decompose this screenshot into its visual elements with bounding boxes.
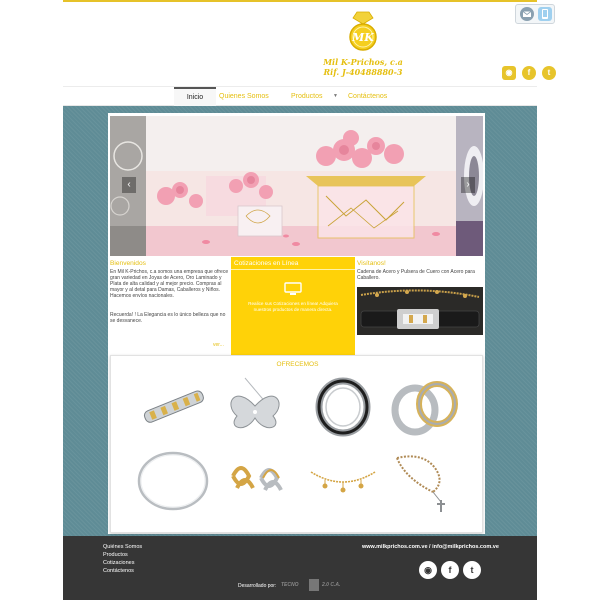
visitanos-image[interactable] bbox=[357, 287, 483, 335]
ver-mas-link[interactable]: ver... bbox=[213, 342, 224, 348]
page: MK Mil K-Prichos, c.a Rif. J-40488880-3 … bbox=[0, 0, 600, 600]
slider-next-button[interactable]: › bbox=[461, 177, 475, 193]
visitanos-title: Visítanos! bbox=[357, 260, 386, 267]
top-contact-box bbox=[515, 4, 555, 24]
logo-company-name: Mil K-Prichos, c.a bbox=[323, 57, 403, 67]
footer-social-icons: ◉ f t bbox=[419, 561, 483, 579]
main-nav: Inicio Quienes Somos Productos ▼ Contáct… bbox=[63, 86, 537, 106]
slider-prev-button[interactable]: ‹ bbox=[122, 177, 136, 193]
twitter-icon[interactable]: t bbox=[463, 561, 481, 579]
product-gold-silver-rings[interactable] bbox=[383, 374, 467, 440]
cotizaciones-text: Realice sus Cotizaciones en línea! Adqui… bbox=[248, 301, 338, 312]
product-rosary[interactable] bbox=[383, 448, 467, 514]
bienvenidos-text: En Mil K-Prichos, c.a somos una empresa … bbox=[110, 269, 229, 299]
logo-mark-icon: MK bbox=[349, 11, 377, 51]
nav-item-productos[interactable]: Productos bbox=[291, 92, 323, 102]
logo[interactable]: MK Mil K-Prichos, c.a Rif. J-40488880-3 bbox=[309, 10, 417, 80]
bienvenidos-extra: Recuerda! ! La Elegancia es lo único bel… bbox=[110, 312, 226, 324]
developer-name-left: TECNO bbox=[281, 582, 299, 588]
footer: Quiénes Somos Productos Cotizaciones Con… bbox=[63, 536, 537, 600]
visitanos-section: Visítanos! Cadena de Acero y Pulsera de … bbox=[357, 259, 483, 349]
product-magnetic-bracelet[interactable] bbox=[131, 374, 215, 440]
chevron-down-icon[interactable]: ▼ bbox=[333, 91, 338, 101]
product-gold-knot-earrings[interactable] bbox=[215, 448, 299, 514]
product-butterfly-pendant[interactable] bbox=[215, 374, 299, 440]
image-slider[interactable]: ‹ › bbox=[110, 116, 483, 256]
bienvenidos-section: Bienvenidos En Mil K-Prichos, c.a somos … bbox=[110, 259, 230, 349]
facebook-icon[interactable]: f bbox=[441, 561, 459, 579]
instagram-icon[interactable]: ◉ bbox=[419, 561, 437, 579]
content-background: ‹ › Bienvenidos En Mil K-Prichos, c.a so… bbox=[63, 106, 537, 536]
nav-item-inicio[interactable]: Inicio bbox=[174, 87, 216, 106]
footer-link-cotizaciones[interactable]: Cotizaciones bbox=[103, 560, 135, 567]
instagram-icon[interactable]: ◉ bbox=[502, 66, 516, 80]
twitter-icon[interactable]: t bbox=[542, 66, 556, 80]
footer-link-quienes-somos[interactable]: Quiénes Somos bbox=[103, 544, 142, 551]
header-social-icons: ◉ f t bbox=[502, 66, 557, 80]
header: MK Mil K-Prichos, c.a Rif. J-40488880-3 … bbox=[63, 0, 556, 86]
visitanos-text: Cadena de Acero y Pulsera de Cuero con A… bbox=[357, 269, 475, 281]
divider bbox=[231, 269, 355, 270]
footer-link-productos[interactable]: Productos bbox=[103, 552, 128, 559]
cotizaciones-box[interactable]: Cotizaciones en Línea Realice sus Cotiza… bbox=[231, 257, 355, 355]
cotizaciones-title: Cotizaciones en Línea bbox=[234, 260, 299, 267]
developer-logo[interactable]: TECNO 2.0 C.A. bbox=[281, 579, 351, 591]
svg-text:MK: MK bbox=[351, 31, 374, 44]
nav-item-quienes-somos[interactable]: Quienes Somos bbox=[219, 92, 269, 102]
footer-contact[interactable]: www.milkprichos.com.ve / info@milkpricho… bbox=[362, 544, 499, 550]
bienvenidos-title: Bienvenidos bbox=[110, 260, 146, 267]
ofrecemos-title: OFRECEMOS bbox=[276, 361, 319, 368]
monitor-icon bbox=[284, 282, 302, 295]
product-steel-bangle[interactable] bbox=[131, 448, 215, 514]
product-black-steel-ring[interactable] bbox=[301, 374, 385, 440]
footer-link-contactenos[interactable]: Contáctenos bbox=[103, 568, 134, 575]
logo-rif: Rif. J-40488880-3 bbox=[323, 67, 403, 77]
nav-item-contactenos[interactable]: Contáctenos bbox=[348, 92, 387, 102]
developed-by-label: Desarrollado por: bbox=[238, 583, 277, 589]
facebook-icon[interactable]: f bbox=[522, 66, 536, 80]
product-gold-charm-bracelet[interactable] bbox=[301, 448, 385, 514]
mobile-icon[interactable] bbox=[538, 7, 552, 21]
developer-name-right: 2.0 C.A. bbox=[322, 582, 341, 588]
ofrecemos-section: OFRECEMOS bbox=[110, 355, 483, 533]
slide-image-current bbox=[146, 116, 456, 256]
main-content: ‹ › Bienvenidos En Mil K-Prichos, c.a so… bbox=[108, 113, 485, 534]
email-icon[interactable] bbox=[520, 7, 534, 21]
developer-logo-mark-icon bbox=[309, 579, 319, 591]
